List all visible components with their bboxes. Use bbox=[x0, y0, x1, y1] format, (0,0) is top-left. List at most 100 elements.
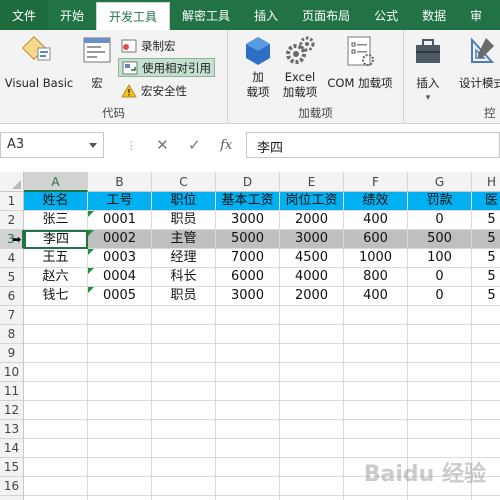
column-header-a[interactable]: A bbox=[24, 172, 88, 192]
row-header-2[interactable]: 2 bbox=[0, 211, 24, 230]
cell-c10[interactable] bbox=[152, 363, 216, 382]
cell-a4[interactable]: 王五 bbox=[24, 249, 88, 268]
cell-d3[interactable]: 5000 bbox=[216, 230, 280, 249]
cell-b15[interactable] bbox=[88, 458, 152, 477]
column-header-h[interactable]: H bbox=[472, 172, 500, 192]
use-relative-references-button[interactable]: 使用相对引用 bbox=[118, 58, 215, 77]
cell-d17[interactable] bbox=[216, 496, 280, 500]
cell-g7[interactable] bbox=[408, 306, 472, 325]
row-header-5[interactable]: 5 bbox=[0, 268, 24, 287]
cell-c7[interactable] bbox=[152, 306, 216, 325]
cell-d11[interactable] bbox=[216, 382, 280, 401]
row-header-14[interactable]: 14 bbox=[0, 439, 24, 458]
cell-h5[interactable]: 5 bbox=[472, 268, 500, 287]
cell-d6[interactable]: 3000 bbox=[216, 287, 280, 306]
cell-f2[interactable]: 400 bbox=[344, 211, 408, 230]
cell-g5[interactable]: 0 bbox=[408, 268, 472, 287]
row-header-11[interactable]: 11 bbox=[0, 382, 24, 401]
cell-b12[interactable] bbox=[88, 401, 152, 420]
row-header-13[interactable]: 13 bbox=[0, 420, 24, 439]
cell-h9[interactable] bbox=[472, 344, 500, 363]
active-cell-a3[interactable]: 李四 bbox=[24, 230, 88, 249]
cell-d9[interactable] bbox=[216, 344, 280, 363]
confirm-icon[interactable]: ✓ bbox=[188, 136, 201, 154]
cell-g17[interactable] bbox=[408, 496, 472, 500]
cell-a16[interactable] bbox=[24, 477, 88, 496]
cell-e8[interactable] bbox=[280, 325, 344, 344]
cell-d16[interactable] bbox=[216, 477, 280, 496]
design-mode-button[interactable]: 设计模式 bbox=[452, 34, 500, 91]
row-header-9[interactable]: 9 bbox=[0, 344, 24, 363]
cell-f17[interactable] bbox=[344, 496, 408, 500]
cell-f10[interactable] bbox=[344, 363, 408, 382]
cell-e11[interactable] bbox=[280, 382, 344, 401]
cell-f5[interactable]: 800 bbox=[344, 268, 408, 287]
macro-security-button[interactable]: 宏安全性 bbox=[118, 81, 190, 100]
cell-c6[interactable]: 职员 bbox=[152, 287, 216, 306]
cell-b13[interactable] bbox=[88, 420, 152, 439]
tab-home[interactable]: 开始 bbox=[48, 0, 96, 30]
cell-e7[interactable] bbox=[280, 306, 344, 325]
cell-a6[interactable]: 钱七 bbox=[24, 287, 88, 306]
row-header-6[interactable]: 6 bbox=[0, 287, 24, 306]
cell-a11[interactable] bbox=[24, 382, 88, 401]
com-addins-button[interactable]: COM 加载项 bbox=[324, 34, 396, 91]
cell-b14[interactable] bbox=[88, 439, 152, 458]
cell-a13[interactable] bbox=[24, 420, 88, 439]
chevron-down-icon[interactable] bbox=[89, 143, 97, 148]
cell-b10[interactable] bbox=[88, 363, 152, 382]
cell-a14[interactable] bbox=[24, 439, 88, 458]
excel-addins-button[interactable]: Excel 加载项 bbox=[278, 34, 322, 100]
cell-e13[interactable] bbox=[280, 420, 344, 439]
cell-f11[interactable] bbox=[344, 382, 408, 401]
row-header-10[interactable]: 10 bbox=[0, 363, 24, 382]
cell-c9[interactable] bbox=[152, 344, 216, 363]
cell-g8[interactable] bbox=[408, 325, 472, 344]
column-header-f[interactable]: F bbox=[344, 172, 408, 192]
cell-b9[interactable] bbox=[88, 344, 152, 363]
cell-h10[interactable] bbox=[472, 363, 500, 382]
cell-f13[interactable] bbox=[344, 420, 408, 439]
formula-input[interactable]: 李四 bbox=[246, 132, 500, 158]
tab-review[interactable]: 审 bbox=[458, 0, 494, 30]
cell-a8[interactable] bbox=[24, 325, 88, 344]
cell-b3[interactable]: 0002 bbox=[88, 230, 152, 249]
cell-e1[interactable]: 岗位工资 bbox=[280, 192, 344, 211]
row-header-17[interactable]: 17 bbox=[0, 496, 24, 500]
row-header-8[interactable]: 8 bbox=[0, 325, 24, 344]
cell-c2[interactable]: 职员 bbox=[152, 211, 216, 230]
cell-d8[interactable] bbox=[216, 325, 280, 344]
cell-a15[interactable] bbox=[24, 458, 88, 477]
cancel-icon[interactable]: ✕ bbox=[156, 136, 169, 154]
column-header-c[interactable]: C bbox=[152, 172, 216, 192]
cell-c5[interactable]: 科长 bbox=[152, 268, 216, 287]
cell-c11[interactable] bbox=[152, 382, 216, 401]
cell-c4[interactable]: 经理 bbox=[152, 249, 216, 268]
cell-c17[interactable] bbox=[152, 496, 216, 500]
tab-developer[interactable]: 开发工具 bbox=[96, 2, 171, 30]
cell-c8[interactable] bbox=[152, 325, 216, 344]
cell-g4[interactable]: 100 bbox=[408, 249, 472, 268]
cell-h8[interactable] bbox=[472, 325, 500, 344]
cell-g12[interactable] bbox=[408, 401, 472, 420]
cell-c12[interactable] bbox=[152, 401, 216, 420]
cell-e4[interactable]: 4500 bbox=[280, 249, 344, 268]
cell-d7[interactable] bbox=[216, 306, 280, 325]
cell-c13[interactable] bbox=[152, 420, 216, 439]
cell-a17[interactable] bbox=[24, 496, 88, 500]
cell-g11[interactable] bbox=[408, 382, 472, 401]
tab-formulas[interactable]: 公式 bbox=[362, 0, 410, 30]
cell-e3[interactable]: 3000 bbox=[280, 230, 344, 249]
cell-h7[interactable] bbox=[472, 306, 500, 325]
row-header-12[interactable]: 12 bbox=[0, 401, 24, 420]
cell-b6[interactable]: 0005 bbox=[88, 287, 152, 306]
cell-h2[interactable]: 5 bbox=[472, 211, 500, 230]
macros-button[interactable]: 宏 bbox=[80, 34, 114, 91]
cell-f3[interactable]: 600 bbox=[344, 230, 408, 249]
cell-a9[interactable] bbox=[24, 344, 88, 363]
cell-d14[interactable] bbox=[216, 439, 280, 458]
cell-e17[interactable] bbox=[280, 496, 344, 500]
cell-d1[interactable]: 基本工资 bbox=[216, 192, 280, 211]
cell-g3[interactable]: 500 bbox=[408, 230, 472, 249]
cell-g9[interactable] bbox=[408, 344, 472, 363]
